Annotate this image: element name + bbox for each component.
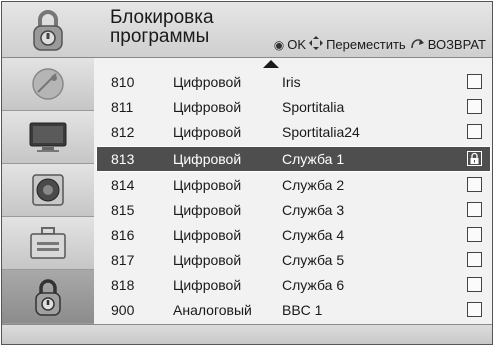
lock-checkbox[interactable]: [467, 74, 482, 89]
channel-number: 900: [111, 302, 135, 318]
lock-checkbox[interactable]: [467, 124, 482, 139]
channel-row[interactable]: 816 Цифровой Служба 4: [97, 223, 490, 247]
channel-name: Sportitalia24: [282, 124, 360, 140]
key-hints: ◉ OK Переместить ВОЗВРАТ: [274, 36, 486, 53]
sidebar-item-channel[interactable]: [2, 58, 94, 111]
channel-number: 817: [111, 252, 135, 268]
sidebar: [2, 58, 94, 324]
channel-type: Цифровой: [173, 124, 242, 140]
lock-checkbox[interactable]: [467, 277, 482, 292]
sidebar-item-sound[interactable]: [2, 164, 94, 217]
channel-number: 813: [111, 151, 135, 167]
channel-number: 818: [111, 277, 135, 293]
lock-icon: [35, 278, 61, 316]
channel-row[interactable]: 900 Аналоговый BBC 1: [97, 298, 490, 322]
channel-type: Цифровой: [173, 227, 242, 243]
sidebar-item-picture[interactable]: [2, 111, 94, 164]
title-line-1: Блокировка: [110, 7, 214, 28]
channel-type: Цифровой: [173, 151, 242, 167]
sidebar-item-setup[interactable]: [2, 217, 94, 270]
toolbox-icon: [30, 227, 66, 259]
small-lock-icon: [470, 152, 479, 164]
scroll-up-arrow-icon[interactable]: [263, 60, 279, 68]
channel-number: 816: [111, 227, 135, 243]
channel-name: Служба 3: [282, 202, 345, 218]
lock-checkbox[interactable]: [467, 99, 482, 114]
header-icon-box: [2, 2, 94, 58]
bottom-bar: [2, 324, 492, 344]
channel-name: Служба 5: [282, 252, 345, 268]
lock-icon: [33, 10, 63, 51]
sidebar-item-lock[interactable]: [2, 270, 94, 324]
channel-type: Цифровой: [173, 74, 242, 90]
title-line-2: программы: [110, 26, 210, 47]
channel-row[interactable]: 815 Цифровой Служба 3: [97, 198, 490, 222]
channel-row[interactable]: 810 Цифровой Iris: [97, 70, 490, 94]
hint-move: Переместить: [326, 37, 406, 52]
program-lock-window: Блокировка программы ◉ OK Переместить ВО…: [1, 1, 493, 345]
tv-icon: [29, 122, 67, 152]
channel-list: 810 Цифровой Iris 811 Цифровой Sportital…: [95, 58, 492, 334]
channel-name: Служба 4: [282, 227, 345, 243]
hint-ok: OK: [287, 37, 307, 52]
channel-number: 815: [111, 202, 135, 218]
channel-name: Iris: [282, 74, 301, 90]
lock-checkbox[interactable]: [467, 151, 482, 166]
channel-number: 811: [111, 99, 134, 115]
channel-name: Sportitalia: [282, 99, 345, 115]
ok-button-icon: ◉: [273, 37, 285, 52]
channel-row[interactable]: 818 Цифровой Служба 6: [97, 273, 490, 297]
channel-number: 810: [111, 74, 135, 90]
satellite-dish-icon: [32, 68, 64, 100]
move-arrows-icon: [309, 36, 324, 53]
channel-row[interactable]: 817 Цифровой Служба 5: [97, 248, 490, 272]
channel-type: Цифровой: [173, 99, 242, 115]
channel-row[interactable]: 811 Цифровой Sportitalia: [97, 95, 490, 119]
channel-row-selected[interactable]: 813 Цифровой Служба 1: [96, 146, 491, 172]
channel-name: Служба 6: [282, 277, 345, 293]
lock-checkbox[interactable]: [467, 177, 482, 192]
header: Блокировка программы ◉ OK Переместить ВО…: [2, 2, 492, 58]
channel-name: Служба 2: [282, 177, 345, 193]
lock-checkbox[interactable]: [467, 227, 482, 242]
return-icon: [409, 36, 425, 53]
lock-checkbox[interactable]: [467, 202, 482, 217]
channel-type: Цифровой: [173, 202, 242, 218]
speaker-icon: [32, 174, 64, 206]
channel-row[interactable]: 812 Цифровой Sportitalia24: [97, 120, 490, 144]
channel-row[interactable]: 814 Цифровой Служба 2: [97, 173, 490, 197]
lock-checkbox[interactable]: [467, 252, 482, 267]
hint-back: ВОЗВРАТ: [427, 37, 486, 52]
channel-type: Аналоговый: [173, 302, 252, 318]
page-title: Блокировка программы: [110, 8, 214, 46]
channel-type: Цифровой: [173, 252, 242, 268]
channel-type: Цифровой: [173, 177, 242, 193]
channel-number: 814: [111, 177, 135, 193]
channel-number: 812: [111, 124, 135, 140]
channel-type: Цифровой: [173, 277, 242, 293]
channel-name: BBC 1: [282, 302, 323, 318]
lock-checkbox[interactable]: [467, 302, 482, 317]
channel-name: Служба 1: [282, 151, 345, 167]
